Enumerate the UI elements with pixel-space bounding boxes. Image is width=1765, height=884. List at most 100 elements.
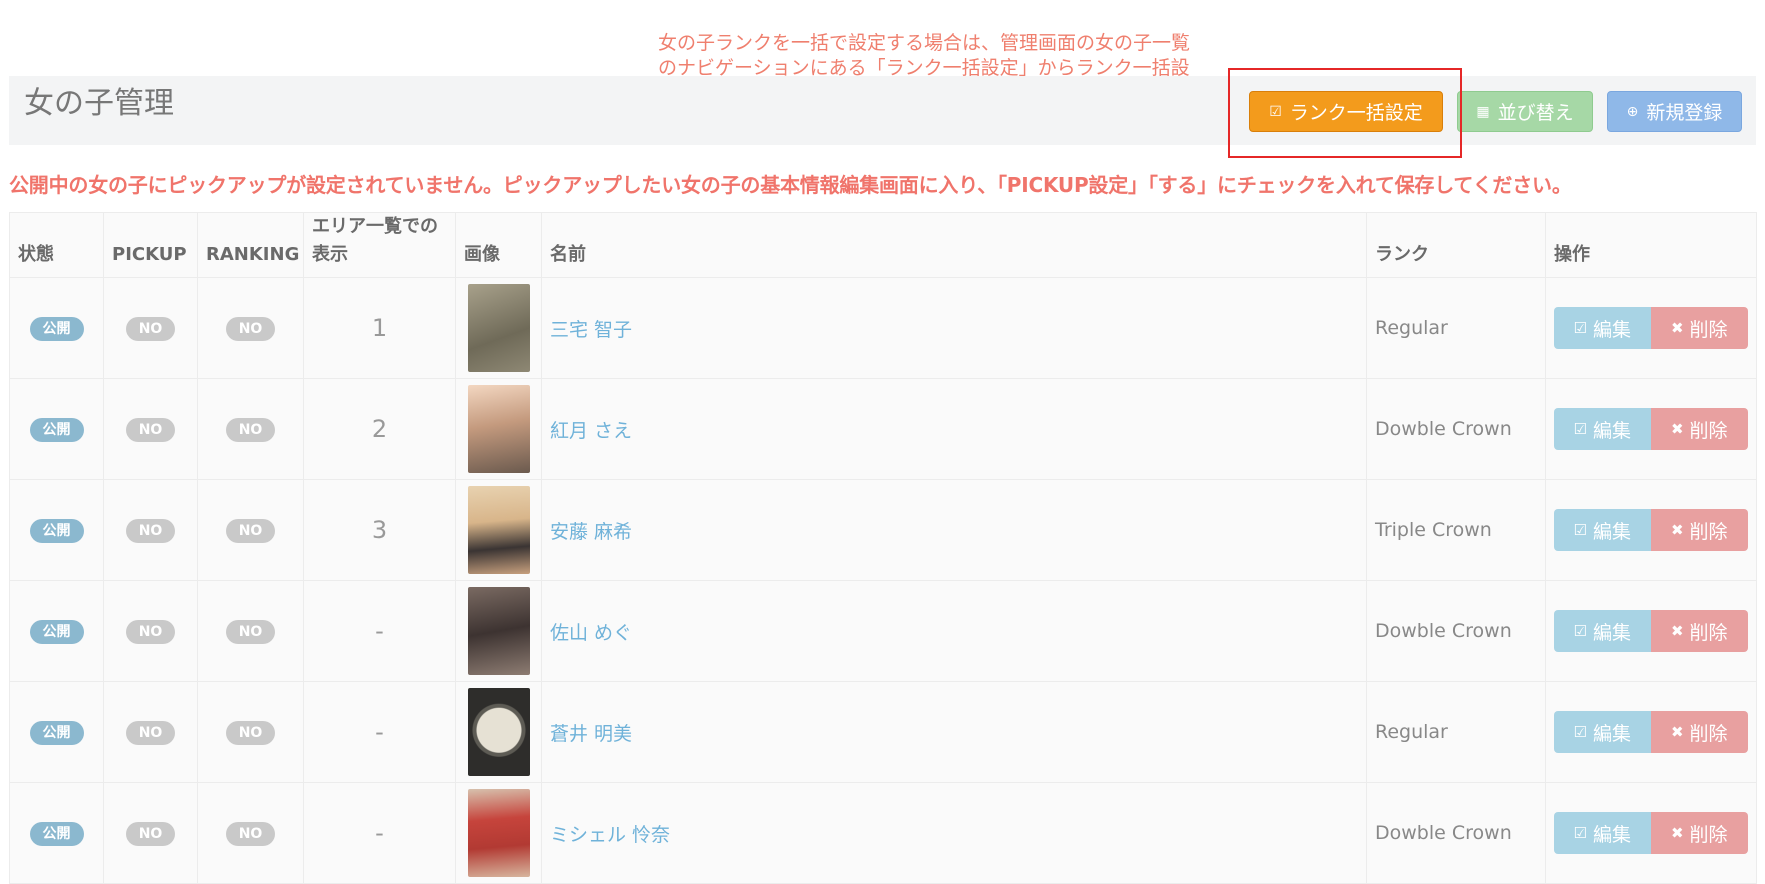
sort-button[interactable]: ▦ 並び替え: [1457, 91, 1593, 132]
row-actions: ☑ 編集 ✖ 削除: [1554, 307, 1748, 349]
page-title: 女の子管理: [24, 86, 174, 121]
ranking-cell: NO: [197, 681, 304, 783]
ranking-badge[interactable]: NO: [225, 821, 276, 846]
new-register-label: 新規登録: [1646, 102, 1723, 124]
ops-cell: ☑ 編集 ✖ 削除: [1545, 378, 1757, 480]
edit-button[interactable]: ☑ 編集: [1554, 610, 1651, 652]
status-cell: 公開: [9, 681, 104, 783]
delete-label: 削除: [1689, 520, 1728, 543]
image-cell: [455, 782, 542, 884]
rank-cell: Triple Crown: [1366, 479, 1546, 581]
ranking-badge[interactable]: NO: [225, 518, 276, 543]
plus-circle-icon: ⊕: [1626, 103, 1639, 120]
status-cell: 公開: [9, 782, 104, 884]
table-header-row: 状態 PICKUP RANKING エリア一覧での表示 画像 名前 ランク 操作: [9, 212, 1757, 278]
col-image: 画像: [455, 212, 542, 278]
name-cell: 紅月 さえ: [541, 378, 1367, 480]
ops-cell: ☑ 編集 ✖ 削除: [1545, 681, 1757, 783]
ops-cell: ☑ 編集 ✖ 削除: [1545, 782, 1757, 884]
delete-label: 削除: [1689, 722, 1728, 745]
col-ranking: RANKING: [197, 212, 304, 278]
profile-thumbnail[interactable]: [467, 587, 530, 675]
table-row: 公開 NO NO - 佐山 めぐ Dowble Crown ☑ 編集 ✖ 削除: [9, 580, 1757, 682]
pickup-badge[interactable]: NO: [125, 720, 176, 745]
girl-name-link[interactable]: ミシェル 怜奈: [550, 824, 670, 846]
close-icon: ✖: [1670, 723, 1684, 741]
delete-button[interactable]: ✖ 削除: [1650, 307, 1748, 349]
name-cell: 安藤 麻希: [541, 479, 1367, 581]
close-icon: ✖: [1670, 824, 1684, 842]
girl-name-link[interactable]: 安藤 麻希: [550, 521, 632, 543]
delete-button[interactable]: ✖ 削除: [1650, 408, 1748, 450]
ranking-badge[interactable]: NO: [225, 720, 276, 745]
table-row: 公開 NO NO - 蒼井 明美 Regular ☑ 編集 ✖ 削除: [9, 681, 1757, 783]
delete-button[interactable]: ✖ 削除: [1650, 509, 1748, 551]
edit-button[interactable]: ☑ 編集: [1554, 408, 1651, 450]
girl-name-link[interactable]: 紅月 さえ: [550, 420, 632, 442]
profile-thumbnail[interactable]: [467, 789, 530, 877]
area-display-cell: -: [303, 782, 456, 884]
status-badge[interactable]: 公開: [29, 518, 84, 543]
row-actions: ☑ 編集 ✖ 削除: [1554, 610, 1748, 652]
profile-thumbnail[interactable]: [467, 688, 530, 776]
profile-thumbnail[interactable]: [467, 284, 530, 372]
edit-button[interactable]: ☑ 編集: [1554, 509, 1651, 551]
status-badge[interactable]: 公開: [29, 720, 84, 745]
status-badge[interactable]: 公開: [29, 417, 84, 442]
name-cell: ミシェル 怜奈: [541, 782, 1367, 884]
ranking-badge[interactable]: NO: [225, 417, 276, 442]
status-cell: 公開: [9, 479, 104, 581]
profile-thumbnail[interactable]: [467, 486, 530, 574]
status-badge[interactable]: 公開: [29, 821, 84, 846]
pickup-cell: NO: [103, 277, 198, 379]
rank-cell: Dowble Crown: [1366, 378, 1546, 480]
new-register-button[interactable]: ⊕ 新規登録: [1607, 91, 1742, 132]
edit-button[interactable]: ☑ 編集: [1554, 307, 1651, 349]
pickup-badge[interactable]: NO: [125, 619, 176, 644]
status-cell: 公開: [9, 277, 104, 379]
rank-cell: Regular: [1366, 681, 1546, 783]
pickup-cell: NO: [103, 479, 198, 581]
delete-label: 削除: [1689, 318, 1728, 341]
pickup-cell: NO: [103, 681, 198, 783]
close-icon: ✖: [1670, 319, 1684, 337]
delete-button[interactable]: ✖ 削除: [1650, 711, 1748, 753]
pickup-badge[interactable]: NO: [125, 518, 176, 543]
area-display-cell: 1: [303, 277, 456, 379]
ranking-badge[interactable]: NO: [225, 316, 276, 341]
highlight-box: [1228, 68, 1462, 158]
edit-label: 編集: [1592, 722, 1631, 745]
girl-name-link[interactable]: 蒼井 明美: [550, 723, 632, 745]
image-cell: [455, 580, 542, 682]
delete-button[interactable]: ✖ 削除: [1650, 610, 1748, 652]
girl-name-link[interactable]: 佐山 めぐ: [550, 622, 632, 644]
profile-thumbnail[interactable]: [467, 385, 530, 473]
edit-button[interactable]: ☑ 編集: [1554, 711, 1651, 753]
edit-button[interactable]: ☑ 編集: [1554, 812, 1651, 854]
area-display-cell: 3: [303, 479, 456, 581]
girl-name-link[interactable]: 三宅 智子: [550, 319, 632, 341]
pickup-badge[interactable]: NO: [125, 417, 176, 442]
delete-button[interactable]: ✖ 削除: [1650, 812, 1748, 854]
edit-icon: ☑: [1573, 622, 1587, 640]
pickup-badge[interactable]: NO: [125, 821, 176, 846]
table-row: 公開 NO NO - ミシェル 怜奈 Dowble Crown ☑ 編集 ✖ 削除: [9, 782, 1757, 884]
delete-label: 削除: [1689, 823, 1728, 846]
pickup-cell: NO: [103, 782, 198, 884]
name-cell: 三宅 智子: [541, 277, 1367, 379]
area-display-cell: -: [303, 580, 456, 682]
status-badge[interactable]: 公開: [29, 619, 84, 644]
pickup-cell: NO: [103, 580, 198, 682]
edit-icon: ☑: [1573, 319, 1587, 337]
col-pickup: PICKUP: [103, 212, 198, 278]
image-cell: [455, 681, 542, 783]
status-badge[interactable]: 公開: [29, 316, 84, 341]
girls-table: 状態 PICKUP RANKING エリア一覧での表示 画像 名前 ランク 操作…: [9, 212, 1757, 884]
ranking-cell: NO: [197, 782, 304, 884]
pickup-badge[interactable]: NO: [125, 316, 176, 341]
ranking-cell: NO: [197, 277, 304, 379]
ranking-cell: NO: [197, 378, 304, 480]
ops-cell: ☑ 編集 ✖ 削除: [1545, 277, 1757, 379]
ranking-badge[interactable]: NO: [225, 619, 276, 644]
table-row: 公開 NO NO 2 紅月 さえ Dowble Crown ☑ 編集 ✖ 削除: [9, 378, 1757, 480]
